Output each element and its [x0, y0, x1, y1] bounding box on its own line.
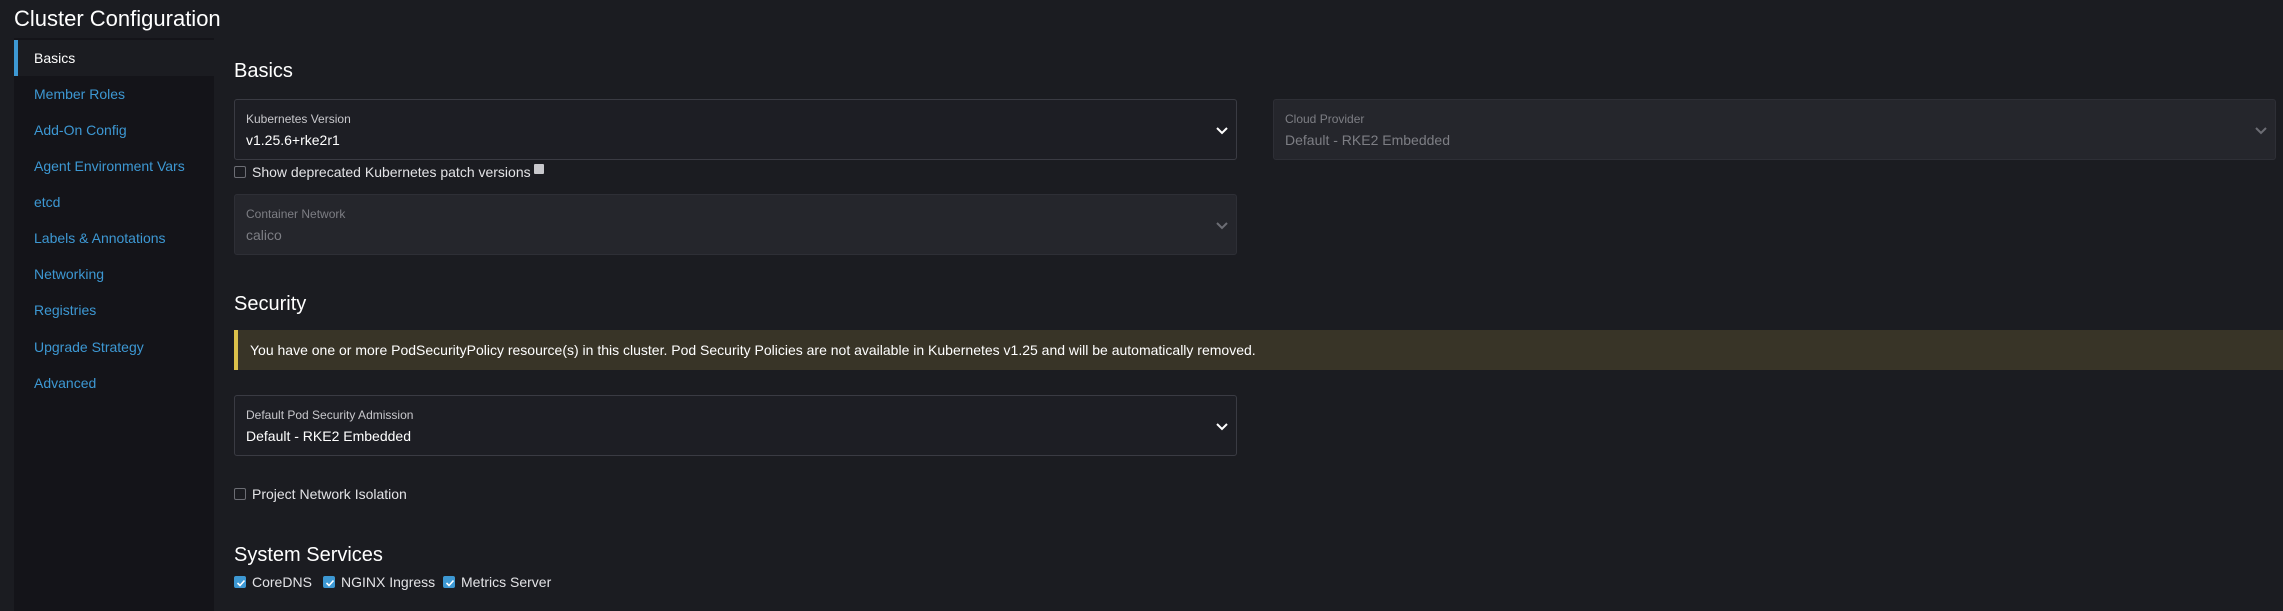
pod-security-admission-value: Default - RKE2 Embedded — [246, 428, 411, 444]
container-network-value: calico — [246, 227, 282, 243]
sidebar-item-networking[interactable]: Networking — [34, 266, 104, 282]
basics-section-title: Basics — [234, 60, 293, 82]
nginx-ingress-checkbox[interactable] — [323, 576, 335, 588]
security-section-title: Security — [234, 293, 307, 315]
sidebar-active-indicator — [14, 40, 18, 76]
sidebar-item-upgrade-strategy[interactable]: Upgrade Strategy — [34, 339, 144, 355]
chevron-down-icon — [2251, 120, 2271, 140]
sidebar-item-basics[interactable]: Basics — [34, 50, 75, 66]
cloud-provider-label: Cloud Provider — [1285, 112, 1365, 126]
kubernetes-version-label: Kubernetes Version — [246, 112, 351, 126]
check-icon — [445, 579, 455, 587]
chevron-down-icon — [1212, 120, 1232, 140]
page-title: Cluster Configuration — [14, 6, 221, 31]
check-icon — [236, 579, 246, 587]
project-network-isolation-row[interactable]: Project Network Isolation — [234, 486, 407, 502]
sidebar-item-agent-environment-vars[interactable]: Agent Environment Vars — [34, 158, 185, 174]
show-deprecated-checkbox[interactable] — [234, 166, 246, 178]
pod-security-admission-select[interactable]: Default Pod Security Admission Default -… — [234, 395, 1237, 456]
coredns-label: CoreDNS — [252, 574, 312, 590]
check-icon — [325, 579, 335, 587]
pod-security-admission-label: Default Pod Security Admission — [246, 408, 414, 422]
chevron-down-icon — [1212, 215, 1232, 235]
sidebar: Basics Member Roles Add-On Config Agent … — [14, 38, 214, 611]
sidebar-item-registries[interactable]: Registries — [34, 302, 96, 318]
sidebar-item-labels-annotations[interactable]: Labels & Annotations — [34, 230, 166, 246]
show-deprecated-label: Show deprecated Kubernetes patch version… — [252, 164, 531, 180]
coredns-checkbox[interactable] — [234, 576, 246, 588]
kubernetes-version-select[interactable]: Kubernetes Version v1.25.6+rke2r1 — [234, 99, 1237, 160]
sidebar-item-add-on-config[interactable]: Add-On Config — [34, 122, 127, 138]
kubernetes-version-value: v1.25.6+rke2r1 — [246, 132, 340, 148]
psp-warning-banner: You have one or more PodSecurityPolicy r… — [234, 330, 2283, 370]
show-deprecated-checkbox-row[interactable]: Show deprecated Kubernetes patch version… — [234, 164, 544, 180]
metrics-server-checkbox-row[interactable]: Metrics Server — [443, 574, 551, 590]
sidebar-item-etcd[interactable]: etcd — [34, 194, 60, 210]
chevron-down-icon — [1212, 416, 1232, 436]
sidebar-item-member-roles[interactable]: Member Roles — [34, 86, 125, 102]
metrics-server-checkbox[interactable] — [443, 576, 455, 588]
metrics-server-label: Metrics Server — [461, 574, 552, 590]
nginx-ingress-checkbox-row[interactable]: NGINX Ingress — [323, 574, 435, 590]
container-network-label: Container Network — [246, 207, 346, 221]
info-icon[interactable] — [533, 164, 544, 174]
system-services-section-title: System Services — [234, 544, 383, 566]
cloud-provider-select: Cloud Provider Default - RKE2 Embedded — [1273, 99, 2276, 160]
project-network-isolation-checkbox[interactable] — [234, 488, 246, 500]
psp-warning-text: You have one or more PodSecurityPolicy r… — [250, 342, 1256, 358]
sidebar-item-advanced[interactable]: Advanced — [34, 375, 96, 391]
cloud-provider-value: Default - RKE2 Embedded — [1285, 132, 1450, 148]
container-network-select: Container Network calico — [234, 194, 1237, 255]
project-network-isolation-label: Project Network Isolation — [252, 486, 407, 502]
coredns-checkbox-row[interactable]: CoreDNS — [234, 574, 312, 590]
nginx-ingress-label: NGINX Ingress — [341, 574, 436, 590]
